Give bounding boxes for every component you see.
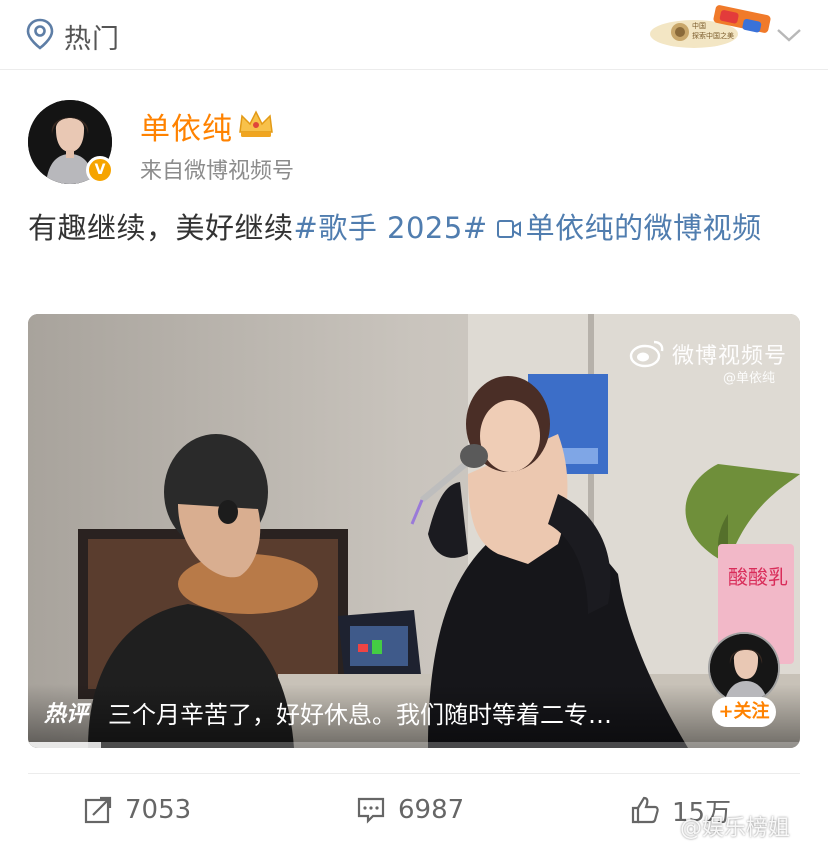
video-watermark-title: 微博视频号 (672, 344, 788, 369)
video-author-avatar[interactable] (708, 632, 780, 704)
video-watermark-handle: @单依纯 (723, 371, 776, 386)
repost-button[interactable]: 7053 (83, 790, 191, 830)
hot-comment-text[interactable]: 三个月辛苦了，好好休息。我们随时等着二专… (108, 695, 612, 730)
top-bar: 热门 中国 探索中国之美 (0, 0, 828, 70)
video-link-icon[interactable] (496, 218, 522, 240)
like-icon (631, 796, 659, 824)
svg-text:中国: 中国 (692, 21, 706, 30)
repost-icon (84, 796, 112, 824)
hot-section-label[interactable]: 热门 (64, 17, 120, 56)
svg-text:探索中国之美: 探索中国之美 (692, 31, 734, 40)
video-progress-fill (28, 742, 102, 748)
comment-button[interactable]: 6987 (356, 790, 464, 830)
crown-icon[interactable] (236, 106, 276, 140)
video-link[interactable]: 单依纯的微博视频 (526, 211, 762, 245)
follow-button[interactable]: +关注 (712, 697, 776, 727)
event-banner[interactable]: 中国 探索中国之美 (650, 4, 774, 50)
action-divider (28, 773, 800, 774)
location-pin-icon (26, 18, 54, 50)
post-body-text: 有趣继续，美好继续 (28, 211, 294, 245)
svg-text:酸酸乳: 酸酸乳 (728, 566, 788, 589)
video-player[interactable]: 酸酸乳 微博视频号 @单依纯 热评 三个月辛苦了，好好休息。我们随时等着二专… (28, 314, 800, 748)
post-text: 有趣继续，美好继续#歌手 2025# 单依纯的微博视频 (28, 205, 800, 251)
hashtag-link[interactable]: #歌手 2025# (294, 211, 488, 245)
hot-comment-tag: 热评 (44, 702, 89, 727)
author-name[interactable]: 单依纯 (140, 104, 233, 148)
post-source[interactable]: 来自微博视频号 (140, 153, 294, 185)
repost-count: 7053 (125, 795, 192, 825)
video-frame: 酸酸乳 (28, 314, 800, 748)
video-progress-bar[interactable] (28, 742, 800, 748)
weibo-logo-icon (629, 340, 664, 368)
comment-icon (357, 797, 385, 824)
chevron-down-icon[interactable] (774, 20, 804, 48)
comment-count: 6987 (398, 795, 465, 825)
verified-badge: V (86, 156, 114, 184)
source-watermark: @娱乐榜姐 (680, 816, 791, 841)
